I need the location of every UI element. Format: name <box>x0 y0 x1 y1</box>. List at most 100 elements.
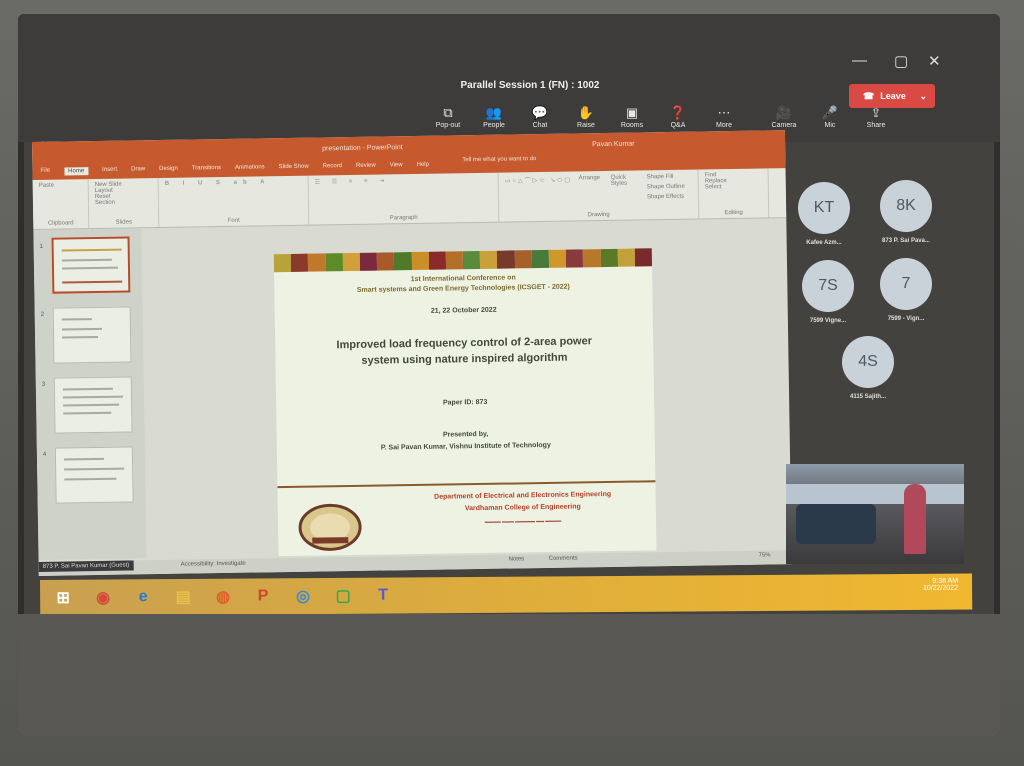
department-name: Department of Electrical and Electronics… <box>434 490 612 501</box>
stripe-block <box>617 248 635 267</box>
tab-design[interactable]: Design <box>159 166 178 174</box>
screen-lower-area <box>18 614 1000 736</box>
participant-avatar[interactable]: 7 <box>880 258 932 310</box>
clipboard-group: Paste Clipboard <box>32 179 90 229</box>
toolbar-mic-button[interactable]: 🎤 Mic <box>810 104 850 138</box>
shape-fill-button[interactable]: Shape Fill <box>647 174 674 180</box>
stripe-block <box>497 250 515 269</box>
college-logo <box>298 503 362 551</box>
user-name: Pavan Kumar <box>592 140 635 149</box>
leave-button[interactable]: ☎ Leave ⌄ <box>849 84 935 108</box>
participant-name: 7599 Vigne... <box>809 318 847 324</box>
tab-record[interactable]: Record <box>323 163 342 171</box>
stripe-block <box>290 253 309 272</box>
tab-transitions[interactable]: Transitions <box>192 165 221 173</box>
windows-taskbar: ⊞ ◉ e ▤ ◍ P ◎ ▢ T 9:38 AM 10/22/2022 <box>40 573 973 616</box>
shape-outline-button[interactable]: Shape Outline <box>647 184 685 191</box>
participant-name: Kafee Azm... <box>806 240 842 246</box>
stripe-block <box>273 253 292 273</box>
stripe-block <box>342 252 361 272</box>
tab-help[interactable]: Help <box>417 162 429 170</box>
tab-draw[interactable]: Draw <box>131 166 145 174</box>
powerpoint-icon[interactable]: P <box>250 583 276 609</box>
toolbar-label: Rooms <box>620 122 644 129</box>
camera-icon: 🎥 <box>775 105 793 120</box>
presenter-name: P. Sai Pavan Kumar, Vishnu Institute of … <box>380 441 551 452</box>
accessibility-status[interactable]: Accessibility: Investigate <box>181 561 246 568</box>
edge-icon[interactable]: e <box>130 584 156 610</box>
select-button[interactable]: Select <box>705 184 762 190</box>
room-background: — ▢ ✕ Parallel Session 1 (FN) : 1002 ⧉ Po… <box>0 0 1024 766</box>
system-clock[interactable]: 9:38 AM 10/22/2022 <box>923 578 958 592</box>
tab-file[interactable]: File <box>40 168 50 176</box>
paste-button[interactable]: Paste <box>39 182 82 189</box>
minimize-icon[interactable]: — <box>852 52 867 69</box>
windows-start-icon[interactable]: ⊞ <box>50 585 76 611</box>
tab-animations[interactable]: Animations <box>235 164 265 172</box>
slide-thumbnail[interactable] <box>52 306 132 364</box>
tab-review[interactable]: Review <box>356 163 376 171</box>
tab-insert[interactable]: Insert <box>102 167 117 175</box>
stripe-block <box>325 253 343 272</box>
meeting-title: Parallel Session 1 (FN) : 1002 <box>460 80 600 91</box>
shape-effects-button[interactable]: Shape Effects <box>647 194 684 201</box>
toolbar-people-button[interactable]: 👥 People <box>474 104 514 138</box>
tab-view[interactable]: View <box>390 162 403 170</box>
globe-icon[interactable]: ◎ <box>290 583 316 609</box>
group-label: Clipboard <box>47 220 74 227</box>
firefox-icon[interactable]: ◍ <box>210 584 236 610</box>
zoom-level[interactable]: 75% <box>759 552 771 558</box>
video-audience <box>796 504 876 544</box>
toolbar-label: Raise <box>577 122 595 129</box>
participant-name-tag: 873 P. Sai Pavan Kumar (Guest) <box>38 560 134 572</box>
comments-button[interactable]: Comments <box>549 555 578 561</box>
slide-thumbnail[interactable] <box>54 446 134 504</box>
conference-dates: 21, 22 October 2022 <box>430 306 497 315</box>
slide-thumbnail[interactable] <box>53 376 133 434</box>
quick-styles-button[interactable]: Quick Styles <box>611 174 641 187</box>
section-button[interactable]: Section <box>95 199 152 206</box>
group-label: Drawing <box>587 211 610 219</box>
stripe-block <box>376 252 395 271</box>
group-label: Font <box>227 217 240 224</box>
tab-slide-show[interactable]: Slide Show <box>279 164 309 172</box>
participant-avatar[interactable]: 7S <box>802 260 854 312</box>
toolbar-pop-out-button[interactable]: ⧉ Pop-out <box>428 104 468 138</box>
teams-icon[interactable]: T <box>370 583 396 609</box>
close-icon[interactable]: ✕ <box>928 52 941 70</box>
stripe-block <box>359 252 378 271</box>
chevron-down-icon[interactable]: ⌄ <box>919 84 927 108</box>
tab-home[interactable]: Home <box>64 167 89 176</box>
slides-group: New Slide Layout Reset Section Slides <box>88 178 160 229</box>
file-explorer-icon[interactable]: ▤ <box>170 584 196 610</box>
arrange-button[interactable]: Arrange <box>579 175 600 181</box>
green-app-icon[interactable]: ▢ <box>330 583 356 609</box>
editing-group: Find Replace Select Editing <box>698 168 770 219</box>
font-format-icons[interactable]: B I U S ab A <box>165 179 302 187</box>
video-presenter <box>904 484 926 554</box>
slide-footer: Department of Electrical and Electronics… <box>277 480 657 557</box>
participant-avatar[interactable]: KT <box>798 182 850 234</box>
slide-thumbnail[interactable] <box>51 236 131 294</box>
maximize-icon[interactable]: ▢ <box>894 52 908 70</box>
qa-icon: ❓ <box>669 105 687 120</box>
leave-label: Leave <box>880 91 906 101</box>
tell-me-box[interactable]: Tell me what you want to do <box>462 156 536 163</box>
participant-avatar[interactable]: 4S <box>842 336 894 388</box>
chat-icon: 💬 <box>531 105 549 120</box>
projector-screen: — ▢ ✕ Parallel Session 1 (FN) : 1002 ⧉ Po… <box>18 14 1000 736</box>
participant-avatar[interactable]: 8K <box>880 180 932 232</box>
group-label: Paragraph <box>389 214 418 222</box>
notes-button[interactable]: Notes <box>509 556 525 562</box>
stripe-block <box>445 251 464 270</box>
chrome-icon[interactable]: ◉ <box>90 584 116 610</box>
pop-out-icon: ⧉ <box>443 105 453 120</box>
paragraph-icons[interactable]: ☰ ☰ ≡ ≡ ⇥ <box>315 176 492 185</box>
toolbar-share-button[interactable]: ⇪ Share <box>856 104 896 138</box>
participant-video[interactable] <box>786 464 964 564</box>
college-details: ▬▬▬▬ ▬▬▬ ▬▬▬▬▬ ▬▬ ▬▬▬▬ <box>484 517 562 524</box>
ribbon: Paste Clipboard New Slide Layout Reset S… <box>32 168 787 230</box>
hand-icon: ✋ <box>577 105 595 120</box>
current-slide[interactable]: 1st International Conference on Smart sy… <box>273 248 657 557</box>
stripe-block <box>583 249 601 268</box>
